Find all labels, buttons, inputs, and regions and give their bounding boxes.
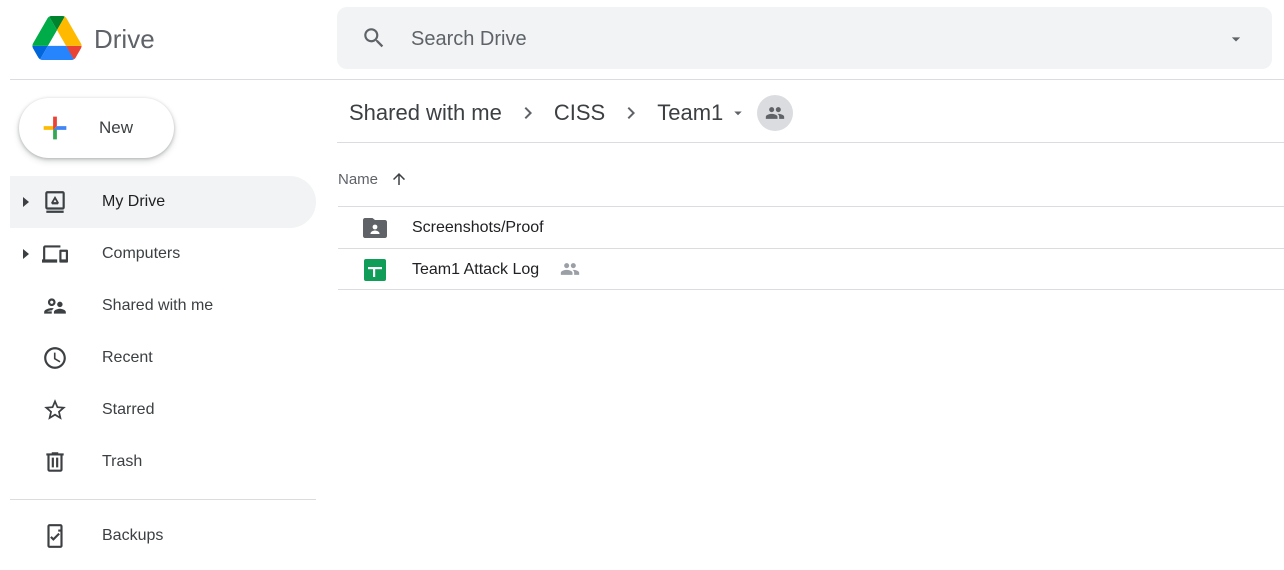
star-icon bbox=[44, 399, 66, 420]
sheets-icon bbox=[364, 259, 386, 281]
new-button[interactable]: New bbox=[19, 98, 174, 158]
breadcrumb: Shared with me CISS Team1 bbox=[349, 95, 794, 131]
computers-icon bbox=[42, 245, 68, 263]
search-input[interactable] bbox=[409, 23, 1193, 55]
people-icon bbox=[766, 107, 785, 119]
breadcrumb-item-shared-with-me[interactable]: Shared with me bbox=[349, 100, 502, 126]
search-icon[interactable] bbox=[361, 25, 387, 51]
column-header-name[interactable]: Name bbox=[338, 170, 408, 188]
chevron-right-icon bbox=[627, 107, 636, 119]
expand-arrow-icon[interactable] bbox=[21, 247, 31, 261]
sidebar-item-label: Starred bbox=[102, 401, 155, 418]
sidebar-item-trash[interactable]: Trash bbox=[10, 436, 316, 488]
breadcrumb-item-ciss[interactable]: CISS bbox=[554, 100, 605, 126]
search-options-dropdown-icon[interactable] bbox=[1226, 29, 1246, 49]
clock-icon bbox=[44, 347, 66, 369]
sidebar-item-label: Recent bbox=[102, 349, 153, 366]
shared-with-me-icon bbox=[44, 298, 66, 314]
my-drive-icon bbox=[45, 191, 65, 213]
file-name: Team1 Attack Log bbox=[412, 261, 540, 278]
sidebar-item-computers[interactable]: Computers bbox=[10, 228, 316, 280]
sidebar-item-label: My Drive bbox=[102, 193, 166, 210]
sidebar-item-shared-with-me[interactable]: Shared with me bbox=[10, 280, 316, 332]
shared-folder-icon bbox=[363, 218, 387, 238]
dropdown-arrow-icon bbox=[734, 111, 743, 116]
app-title: Drive bbox=[94, 24, 155, 54]
breadcrumb-current-folder[interactable]: Team1 bbox=[657, 100, 747, 126]
sidebar-divider bbox=[10, 499, 316, 500]
content-header-divider bbox=[337, 142, 1284, 143]
new-button-label: New bbox=[99, 118, 134, 137]
shared-folder-badge[interactable] bbox=[757, 95, 794, 131]
file-name: Screenshots/Proof bbox=[412, 219, 544, 236]
chevron-right-icon bbox=[524, 107, 532, 119]
file-row-screenshots-proof[interactable]: Screenshots/Proof bbox=[338, 207, 1284, 248]
plus-icon bbox=[43, 116, 67, 140]
sidebar-item-label: Trash bbox=[102, 453, 143, 470]
expand-arrow-icon[interactable] bbox=[21, 195, 31, 209]
sidebar-item-label: Shared with me bbox=[102, 297, 214, 314]
sidebar-item-starred[interactable]: Starred bbox=[10, 384, 316, 436]
drive-logo-icon[interactable] bbox=[32, 16, 82, 60]
sidebar-item-backups[interactable]: Backups bbox=[10, 510, 316, 562]
file-row-team1-attack-log[interactable]: Team1 Attack Log bbox=[338, 249, 1284, 290]
list-divider bbox=[338, 289, 1284, 290]
sidebar-item-my-drive[interactable]: My Drive bbox=[10, 176, 316, 228]
sidebar-item-label: Computers bbox=[102, 245, 181, 262]
sort-ascending-arrow-icon[interactable] bbox=[390, 170, 408, 188]
column-header-name-label: Name bbox=[338, 170, 379, 188]
search-bar bbox=[337, 7, 1272, 69]
sidebar-item-label: Backups bbox=[102, 527, 164, 544]
backups-icon bbox=[47, 524, 63, 548]
trash-icon bbox=[46, 452, 64, 472]
header-divider bbox=[10, 79, 1284, 80]
shared-people-icon bbox=[560, 263, 580, 275]
sidebar-item-recent[interactable]: Recent bbox=[10, 332, 316, 384]
breadcrumb-current-label: Team1 bbox=[657, 100, 724, 125]
